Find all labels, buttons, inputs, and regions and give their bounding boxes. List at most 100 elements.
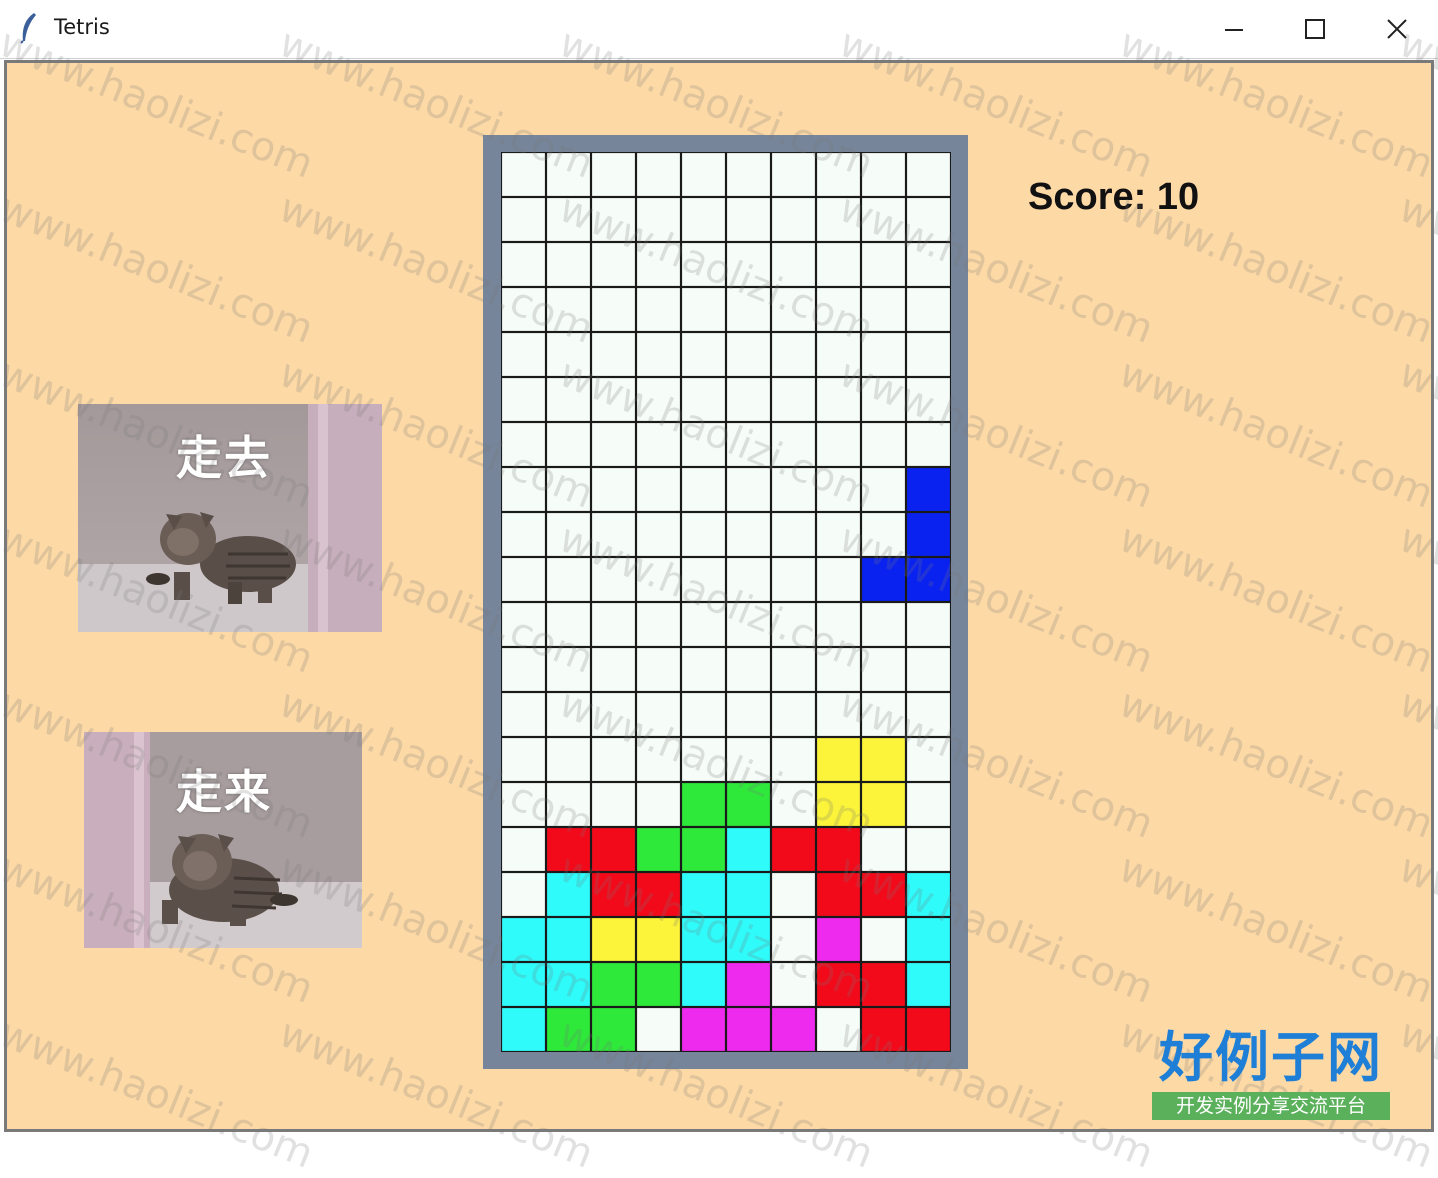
tetris-board [501, 152, 951, 1052]
board-block [545, 826, 592, 873]
board-cell [725, 691, 772, 738]
board-cell [815, 511, 862, 558]
board-cell [860, 511, 907, 558]
board-block [680, 916, 727, 963]
board-cell [905, 736, 951, 783]
board-cell [815, 331, 862, 378]
board-cell [770, 286, 817, 333]
board-block [590, 871, 637, 918]
board-cell [501, 286, 547, 333]
board-block [635, 916, 682, 963]
board-cell [860, 646, 907, 693]
board-cell [860, 466, 907, 513]
board-cell [501, 511, 547, 558]
board-cell [635, 331, 682, 378]
cat-meme-image-walk-here: 走来 [84, 732, 362, 948]
board-cell [545, 152, 592, 198]
board-block [815, 781, 862, 828]
board-block [815, 826, 862, 873]
board-block [545, 1006, 592, 1052]
maximize-button[interactable] [1275, 0, 1355, 58]
board-cell [501, 691, 547, 738]
board-cell [590, 376, 637, 423]
board-cell [725, 376, 772, 423]
board-cell [545, 466, 592, 513]
board-cell [635, 421, 682, 468]
board-cell [545, 691, 592, 738]
close-button[interactable] [1357, 0, 1437, 58]
board-block [860, 1006, 907, 1052]
maximize-icon [1305, 19, 1325, 39]
board-cell [635, 466, 682, 513]
board-cell [725, 511, 772, 558]
board-block [815, 871, 862, 918]
window-title: Tetris [54, 15, 110, 39]
board-block [590, 1006, 637, 1052]
board-cell [545, 646, 592, 693]
board-cell [905, 241, 951, 288]
board-cell [770, 601, 817, 648]
board-block [905, 466, 951, 513]
board-block [860, 961, 907, 1008]
board-cell [905, 376, 951, 423]
brand-logo: 好例子网 开发实例分享交流平台 [1152, 1028, 1390, 1122]
board-cell [545, 241, 592, 288]
board-block [905, 961, 951, 1008]
board-cell [905, 421, 951, 468]
meme-caption: 走去 [176, 431, 272, 485]
board-cell [545, 601, 592, 648]
board-cell [545, 331, 592, 378]
board-block [635, 961, 682, 1008]
board-cell [905, 331, 951, 378]
board-cell [635, 1006, 682, 1052]
board-cell [815, 556, 862, 603]
board-cell [680, 376, 727, 423]
board-cell [770, 736, 817, 783]
board-cell [501, 466, 547, 513]
board-cell [501, 152, 547, 198]
board-cell [770, 376, 817, 423]
board-cell [680, 556, 727, 603]
board-block [725, 961, 772, 1008]
board-block [680, 871, 727, 918]
board-block [680, 781, 727, 828]
board-block [905, 511, 951, 558]
board-cell [545, 556, 592, 603]
minimize-button[interactable] [1194, 0, 1274, 58]
board-block [590, 916, 637, 963]
board-cell [905, 781, 951, 828]
board-cell [770, 331, 817, 378]
title-bar: Tetris [0, 0, 1438, 59]
board-cell [680, 331, 727, 378]
board-block [905, 916, 951, 963]
board-cell [815, 466, 862, 513]
board-block [860, 556, 907, 603]
board-cell [635, 196, 682, 243]
board-cell [501, 601, 547, 648]
board-cell [725, 241, 772, 288]
board-block [725, 826, 772, 873]
board-cell [545, 736, 592, 783]
score-label: Score: 10 [1028, 176, 1200, 218]
board-cell [725, 466, 772, 513]
board-block [635, 826, 682, 873]
board-cell [590, 646, 637, 693]
board-cell [590, 286, 637, 333]
board-cell [590, 511, 637, 558]
board-cell [860, 601, 907, 648]
board-block [770, 1006, 817, 1052]
feather-icon [20, 13, 36, 44]
board-block [905, 556, 951, 603]
board-cell [860, 916, 907, 963]
board-cell [501, 871, 547, 918]
board-cell [815, 376, 862, 423]
close-icon [1387, 19, 1407, 39]
board-cell [770, 916, 817, 963]
board-block [770, 826, 817, 873]
board-block [905, 871, 951, 918]
board-cell [725, 152, 772, 198]
board-cell [680, 646, 727, 693]
board-cell [725, 286, 772, 333]
board-cell [770, 781, 817, 828]
board-cell [501, 736, 547, 783]
